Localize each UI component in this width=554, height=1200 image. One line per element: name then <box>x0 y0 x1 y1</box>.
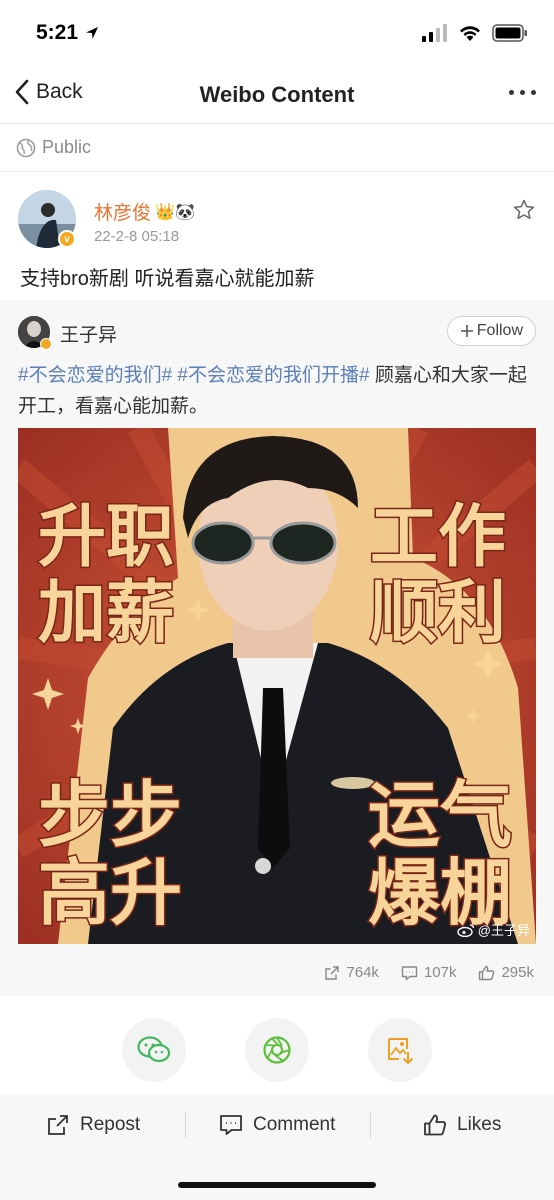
wifi-icon <box>460 26 480 41</box>
more-dot <box>509 90 514 95</box>
image-watermark: @王子异 <box>457 920 530 939</box>
retweet-body: #不会恋爱的我们# #不会恋爱的我们开播# 顾嘉心和大家一起开工，看嘉心能加薪。 <box>18 360 538 422</box>
thumbs-up-icon <box>424 1114 446 1136</box>
retweet-image[interactable]: 升职 加薪 工作 顺利 步步 高升 运气 爆棚 @王子异 <box>18 428 536 944</box>
more-options-button[interactable] <box>507 82 538 103</box>
follow-label: Follow <box>476 322 523 339</box>
post-body: 支持bro新剧 听说看嘉心就能加薪 <box>20 268 315 290</box>
post-header: v 林彦俊 👑🐼 22-2-8 05:18 <box>18 188 538 250</box>
status-indicators <box>422 24 528 42</box>
wechat-icon <box>137 1036 171 1063</box>
repost-count-text: 764k <box>346 964 379 981</box>
share-moments-button[interactable] <box>245 1018 309 1082</box>
page-title: Weibo Content <box>199 81 355 107</box>
home-indicator[interactable] <box>178 1182 376 1188</box>
repost-icon <box>48 1115 68 1135</box>
nav-bar: Back Weibo Content <box>0 66 554 124</box>
action-divider <box>185 1112 186 1138</box>
author-emoji: 👑🐼 <box>155 203 195 221</box>
status-bar: 5:21 <box>0 0 554 66</box>
moments-icon <box>263 1036 291 1064</box>
star-icon <box>513 199 535 220</box>
poster-text-bottom-left-2: 高升 <box>38 851 182 935</box>
clock-text: 5:21 <box>36 21 79 44</box>
follow-button[interactable]: Follow <box>446 316 536 346</box>
cellular-signal-icon <box>422 24 447 42</box>
retweet-card[interactable]: 王子异 Follow #不会恋爱的我们# #不会恋爱的我们开播# 顾嘉心和大家一… <box>0 300 554 996</box>
hashtag-link[interactable]: #不会恋爱的我们# <box>18 365 172 386</box>
like-button[interactable]: Likes <box>423 1110 501 1140</box>
verified-badge-icon: v <box>58 230 76 248</box>
back-button[interactable]: Back <box>14 78 83 106</box>
repost-label: Repost <box>80 1114 141 1135</box>
retweet-header: 王子异 Follow <box>18 316 536 350</box>
author-name[interactable]: 林彦俊 👑🐼 <box>94 198 195 225</box>
repost-icon <box>325 965 340 980</box>
poster-graphic: 升职 加薪 工作 顺利 步步 高升 运气 爆棚 <box>18 428 536 944</box>
poster-text-bottom-right-1: 运气 <box>368 773 512 857</box>
more-dot <box>520 90 525 95</box>
globe-icon <box>16 138 36 157</box>
repost-button[interactable]: Repost <box>46 1110 140 1140</box>
repost-count[interactable]: 764k <box>324 964 379 981</box>
retweet-verified-badge-icon <box>40 338 52 350</box>
favorite-button[interactable] <box>512 198 536 227</box>
poster-text-top-left-1: 升职 <box>38 498 174 577</box>
plus-icon <box>460 325 473 337</box>
comment-button[interactable]: Comment <box>219 1110 335 1140</box>
share-wechat-button[interactable] <box>122 1018 186 1082</box>
like-count-text: 295k <box>501 964 534 981</box>
author-name-text: 林彦俊 <box>94 203 152 224</box>
hashtag-link[interactable]: #不会恋爱的我们开播# <box>177 365 369 386</box>
retweet-author-name[interactable]: 王子异 <box>60 320 117 347</box>
weibo-logo-icon <box>457 923 474 937</box>
comment-count[interactable]: 107k <box>401 964 457 981</box>
comment-icon <box>401 965 418 980</box>
like-label: Likes <box>457 1114 502 1135</box>
save-image-icon <box>388 1038 414 1065</box>
action-divider <box>370 1112 371 1138</box>
chevron-left-icon <box>15 79 29 105</box>
poster-text-top-right-2: 顺利 <box>370 574 506 653</box>
like-count[interactable]: 295k <box>478 964 534 981</box>
watermark-text: @王子异 <box>477 923 530 938</box>
post-timestamp: 22-2-8 05:18 <box>94 228 180 245</box>
more-dot <box>531 90 536 95</box>
status-time: 5:21 <box>36 21 100 45</box>
thumbs-up-icon <box>479 965 495 980</box>
poster-text-top-right-1: 工作 <box>370 498 506 577</box>
location-arrow-icon <box>86 27 99 39</box>
battery-icon <box>492 24 527 42</box>
poster-text-bottom-left-1: 步步 <box>38 773 182 857</box>
poster-text-top-left-2: 加薪 <box>38 574 174 653</box>
back-label: Back <box>36 80 83 103</box>
save-image-button[interactable] <box>368 1018 432 1082</box>
visibility-label: Public <box>42 137 92 157</box>
retweet-stats: 764k 107k 295k <box>324 964 534 981</box>
comment-count-text: 107k <box>423 964 457 981</box>
visibility-row: Public <box>0 124 554 172</box>
share-row <box>0 1016 554 1092</box>
action-bar: Repost Comment Likes <box>0 1094 554 1200</box>
comment-icon <box>220 1115 242 1135</box>
comment-label: Comment <box>253 1114 336 1135</box>
